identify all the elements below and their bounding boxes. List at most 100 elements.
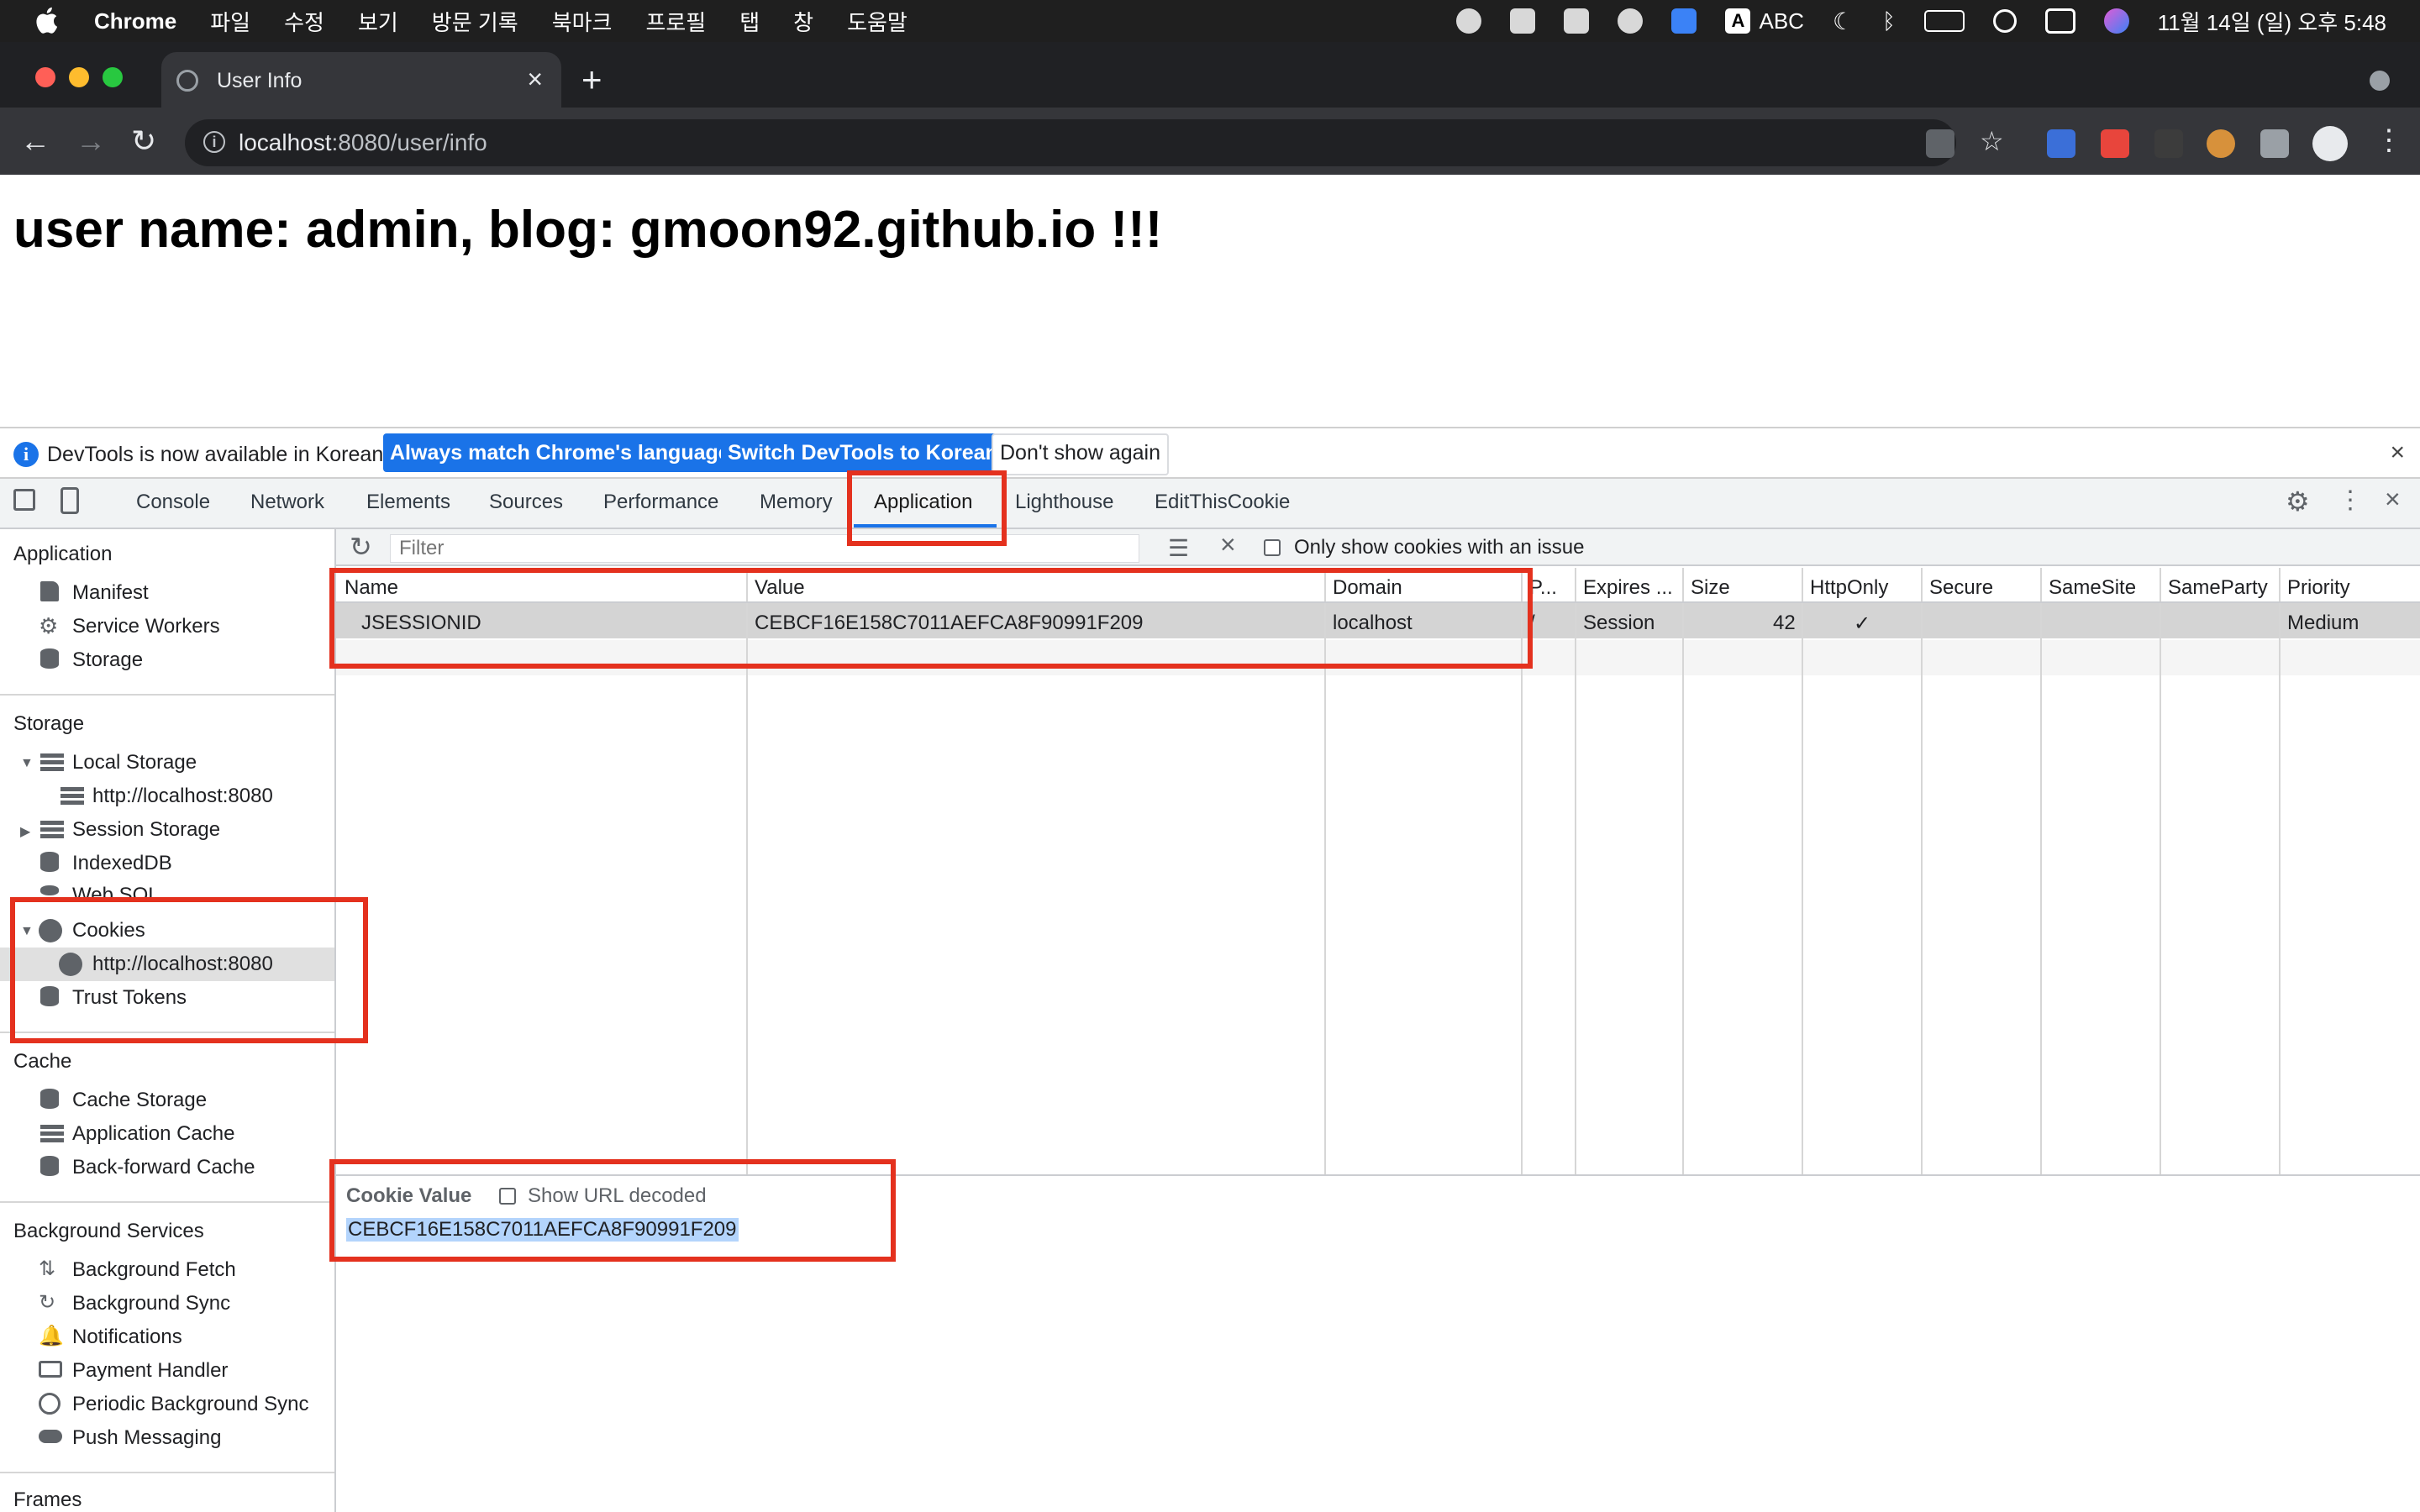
sidebar-item-push-messaging[interactable]: Push Messaging	[72, 1426, 221, 1450]
menu-help[interactable]: 도움말	[847, 6, 908, 37]
bookmark-star-icon[interactable]: ☆	[1980, 128, 2004, 155]
column-divider[interactable]	[1682, 568, 1684, 1176]
menu-tab[interactable]: 탭	[739, 6, 760, 37]
menu-history[interactable]: 방문 기록	[432, 6, 518, 37]
forward-button[interactable]: →	[76, 126, 106, 156]
control-center-icon[interactable]	[2044, 8, 2075, 34]
expand-triangle-icon[interactable]: ▼	[20, 756, 34, 771]
tab-search-button[interactable]	[2370, 71, 2390, 91]
sidebar-item-indexeddb[interactable]: IndexedDB	[72, 852, 172, 875]
column-header-sameparty[interactable]: SameParty	[2160, 568, 2279, 601]
clock[interactable]: 11월 14일 (일) 오후 5:48	[2158, 6, 2386, 37]
inspect-element-icon[interactable]	[13, 489, 35, 511]
app-status-icon[interactable]	[1671, 8, 1697, 34]
moon-icon[interactable]: ☾	[1833, 8, 1854, 35]
only-issue-checkbox[interactable]	[1264, 539, 1281, 556]
new-tab-button[interactable]: +	[581, 62, 602, 97]
menu-app-name[interactable]: Chrome	[94, 8, 176, 34]
menu-view[interactable]: 보기	[358, 6, 398, 37]
sidebar-item-session-storage[interactable]: Session Storage	[72, 818, 220, 842]
sidebar-item-local-storage[interactable]: Local Storage	[72, 751, 197, 774]
dropbox-icon[interactable]	[1510, 8, 1536, 34]
column-divider[interactable]	[2279, 568, 2281, 1176]
menu-window[interactable]: 창	[793, 6, 813, 37]
cookie-filter-input[interactable]	[390, 534, 1139, 563]
tab-sources[interactable]: Sources	[489, 491, 563, 514]
back-button[interactable]: ←	[20, 126, 50, 156]
bluetooth-icon[interactable]: ᛒ	[1882, 8, 1896, 34]
apple-icon[interactable]	[34, 5, 59, 35]
settings-gear-icon[interactable]: ⚙	[2286, 486, 2310, 517]
tab-network[interactable]: Network	[250, 491, 324, 514]
sidebar-item-cache-storage[interactable]: Cache Storage	[72, 1089, 207, 1112]
menu-file[interactable]: 파일	[210, 6, 250, 37]
column-header-secure[interactable]: Secure	[1921, 568, 2040, 601]
tab-elements[interactable]: Elements	[366, 491, 450, 514]
column-header-priority[interactable]: Priority	[2279, 568, 2420, 601]
address-bar[interactable]: i localhost:8080/user/info	[185, 119, 1956, 166]
puzzle-extensions-icon[interactable]	[2260, 129, 2289, 158]
column-divider[interactable]	[1575, 568, 1576, 1176]
collapsed-triangle-icon[interactable]: ▶	[20, 823, 30, 840]
sidebar-item-background-fetch[interactable]: Background Fetch	[72, 1258, 236, 1282]
always-match-language-button[interactable]: Always match Chrome's language	[383, 433, 737, 472]
evernote-icon[interactable]	[1456, 8, 1482, 34]
menu-edit[interactable]: 수정	[284, 6, 324, 37]
devtools-menu-icon[interactable]: ⋮	[2338, 486, 2363, 515]
sidebar-item-periodic-background-sync[interactable]: Periodic Background Sync	[72, 1393, 308, 1416]
tab-console[interactable]: Console	[136, 491, 210, 514]
minimize-window-button[interactable]	[69, 67, 89, 87]
chrome-menu-icon[interactable]: ⋮	[2375, 126, 2403, 155]
spotlight-search-icon[interactable]	[1992, 9, 2017, 33]
sidebar-item-back-forward-cache[interactable]: Back-forward Cache	[72, 1156, 255, 1179]
siri-icon[interactable]	[2103, 8, 2129, 34]
editthiscookie-icon[interactable]	[2207, 129, 2235, 158]
sidebar-item-payment-handler[interactable]: Payment Handler	[72, 1359, 228, 1383]
dont-show-again-button[interactable]: Don't show again	[992, 433, 1170, 475]
sidebar-item-service-workers[interactable]: Service Workers	[72, 615, 220, 638]
column-header-size[interactable]: Size	[1682, 568, 1802, 601]
refresh-icon[interactable]: ↻	[350, 531, 372, 563]
sidebar-item-notifications[interactable]: Notifications	[72, 1326, 182, 1349]
sidebar-item-manifest[interactable]: Manifest	[72, 581, 149, 605]
column-divider[interactable]	[1921, 568, 1923, 1176]
column-header-httponly[interactable]: HttpOnly	[1802, 568, 1921, 601]
translate-icon[interactable]	[1926, 129, 1954, 158]
sidebar-item-application-cache[interactable]: Application Cache	[72, 1122, 234, 1146]
column-divider[interactable]	[2160, 568, 2161, 1176]
tab-lighthouse[interactable]: Lighthouse	[1015, 491, 1113, 514]
switch-to-korean-button[interactable]: Switch DevTools to Korean	[721, 433, 1005, 472]
close-tab-icon[interactable]: ×	[527, 64, 543, 95]
delete-all-cookies-icon[interactable]: ×	[1220, 529, 1236, 560]
sidebar-item-storage[interactable]: Storage	[72, 648, 143, 672]
sidebar-item-websql[interactable]: Web SQL	[72, 884, 160, 897]
close-window-button[interactable]	[35, 67, 55, 87]
tab-editthiscookie[interactable]: EditThisCookie	[1155, 491, 1290, 514]
tab-user-info[interactable]: User Info ×	[161, 52, 561, 108]
device-toolbar-icon[interactable]	[60, 487, 79, 514]
weather-icon[interactable]	[1564, 8, 1590, 34]
close-infobar-icon[interactable]: ×	[2390, 438, 2405, 467]
column-header-expires[interactable]: Expires ...	[1575, 568, 1682, 601]
sidebar-item-background-sync[interactable]: Background Sync	[72, 1292, 230, 1315]
column-header-samesite[interactable]: SameSite	[2040, 568, 2160, 601]
network-icon[interactable]	[1618, 8, 1644, 34]
site-info-icon[interactable]: i	[203, 131, 225, 153]
input-source[interactable]: A ABC	[1725, 8, 1804, 34]
sidebar-item-local-storage-origin[interactable]: http://localhost:8080	[92, 785, 273, 808]
menu-profiles[interactable]: 프로필	[645, 6, 706, 37]
extension-icon[interactable]	[2154, 129, 2183, 158]
extension-icon[interactable]	[2047, 129, 2075, 158]
column-divider[interactable]	[2040, 568, 2042, 1176]
close-devtools-icon[interactable]: ×	[2385, 484, 2401, 515]
tab-memory[interactable]: Memory	[760, 491, 833, 514]
tab-performance[interactable]: Performance	[603, 491, 718, 514]
column-divider[interactable]	[1802, 568, 1803, 1176]
extension-icon[interactable]	[2101, 129, 2129, 158]
zoom-window-button[interactable]	[103, 67, 123, 87]
profile-avatar[interactable]	[2312, 126, 2348, 161]
menu-bookmarks[interactable]: 북마크	[552, 6, 613, 37]
battery-icon[interactable]	[1923, 10, 1965, 32]
reload-button[interactable]: ↻	[131, 126, 156, 156]
clear-filtered-cookies-icon[interactable]: ☰	[1168, 534, 1189, 562]
